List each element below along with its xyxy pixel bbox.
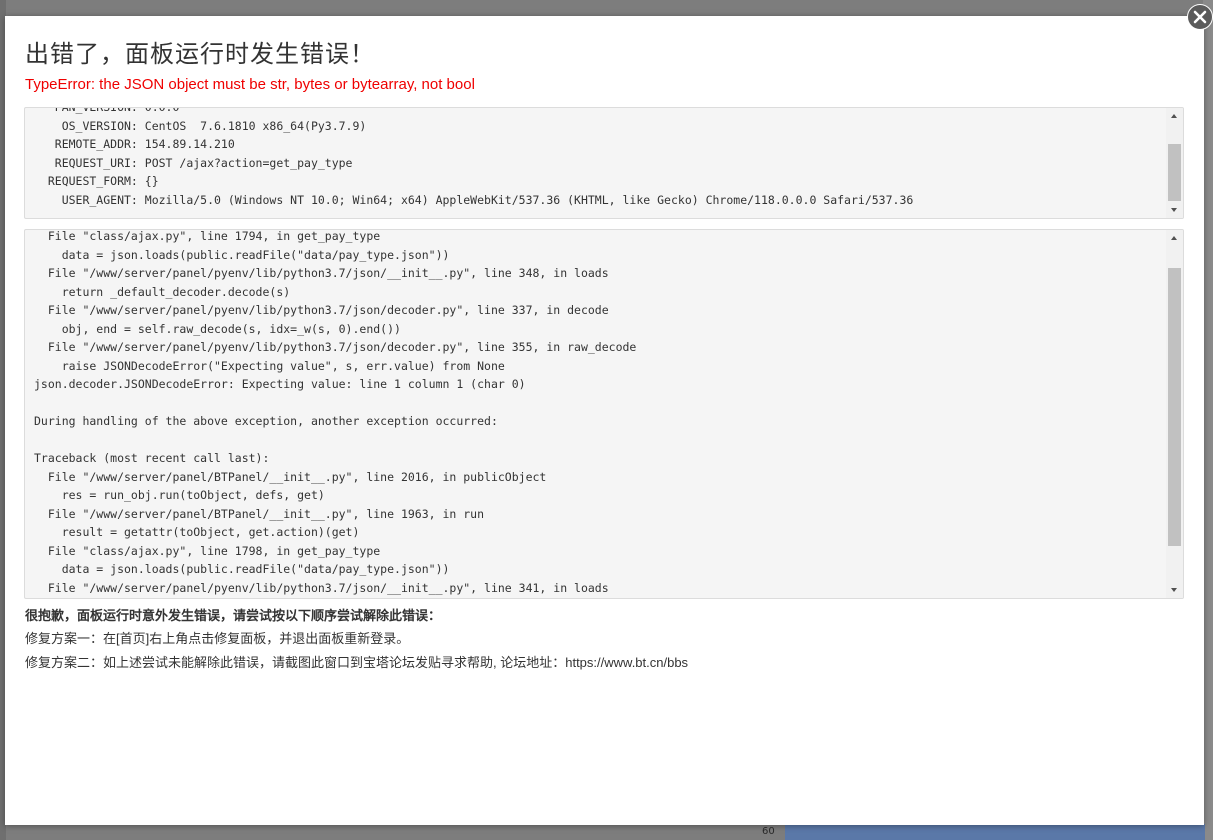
scrollbar-thumb[interactable] xyxy=(1168,268,1181,546)
traceback-text: File "class/ajax.py", line 1794, in get_… xyxy=(34,229,637,595)
close-button[interactable] xyxy=(1187,4,1213,30)
scroll-up-arrow-icon[interactable] xyxy=(1166,108,1183,125)
dialog-title: 出错了，面板运行时发生错误！ xyxy=(25,41,375,68)
background-chart xyxy=(785,824,1205,840)
environment-scrollbar[interactable] xyxy=(1166,108,1183,218)
scroll-up-arrow-icon[interactable] xyxy=(1166,230,1183,247)
traceback-box[interactable]: File "class/ajax.py", line 1794, in get_… xyxy=(24,229,1184,599)
scrollbar-thumb[interactable] xyxy=(1168,144,1181,201)
error-dialog: 出错了，面板运行时发生错误！ TypeError: the JSON objec… xyxy=(5,16,1204,825)
repair-solution-one: 修复方案一：在[首页]右上角点击修复面板，并退出面板重新登录。 xyxy=(25,631,410,646)
background-chart-axis-label: 60 xyxy=(762,826,775,837)
traceback-scrollbar[interactable] xyxy=(1166,230,1183,598)
environment-info-text: PAN_VERSION: 0.0.0 OS_VERSION: CentOS 7.… xyxy=(47,107,914,207)
error-message: TypeError: the JSON object must be str, … xyxy=(25,76,475,93)
background-page-edge xyxy=(1203,0,1213,840)
scroll-down-arrow-icon[interactable] xyxy=(1166,581,1183,598)
scroll-down-arrow-icon[interactable] xyxy=(1166,201,1183,218)
close-icon xyxy=(1193,10,1207,24)
environment-info-box[interactable]: PAN_VERSION: 0.0.0 OS_VERSION: CentOS 7.… xyxy=(24,107,1184,219)
help-heading: 很抱歉，面板运行时意外发生错误，请尝试按以下顺序尝试解除此错误： xyxy=(25,608,442,623)
repair-solution-two: 修复方案二：如上述尝试未能解除此错误，请截图此窗口到宝塔论坛发贴寻求帮助, 论坛… xyxy=(25,655,689,670)
